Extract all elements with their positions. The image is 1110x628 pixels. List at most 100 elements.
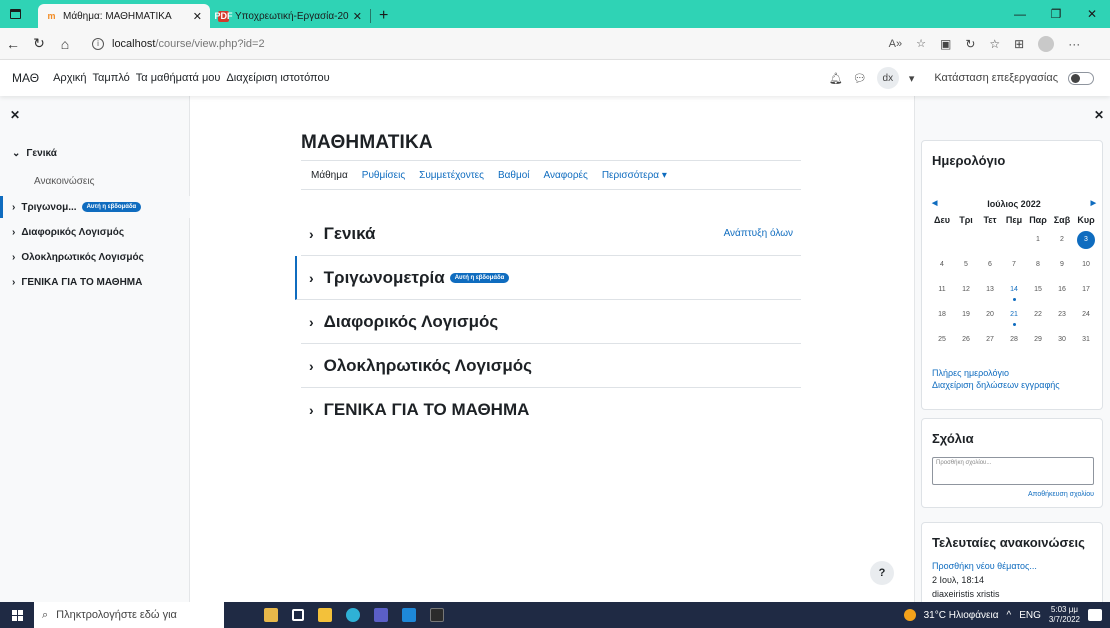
calendar-day[interactable]: 13 [978, 281, 1002, 306]
calendar-day[interactable]: 1 [1026, 231, 1050, 256]
nav-link-site-admin[interactable]: Διαχείριση ιστοτόπου [226, 72, 329, 84]
calendar-day[interactable]: 2 [1050, 231, 1074, 256]
calendar-day[interactable]: 22 [1026, 306, 1050, 331]
section-title[interactable]: ΓΕΝΙΚΑ ΓΙΑ ΤΟ ΜΑΘΗΜΑ [324, 400, 530, 420]
favorite-star-icon[interactable]: ☆ [916, 37, 926, 50]
calendar-day[interactable]: 8 [1026, 256, 1050, 281]
calendar-day[interactable]: 6 [978, 256, 1002, 281]
calendar-day[interactable]: 27 [978, 331, 1002, 356]
calendar-day[interactable]: 3 [1074, 231, 1098, 256]
calendar-day[interactable]: 18 [930, 306, 954, 331]
news-widget-icon[interactable] [264, 608, 278, 622]
tab-settings[interactable]: Ρυθμίσεις [362, 170, 405, 181]
section-trigonometry[interactable]: › Τριγωνομετρία Αυτή η εβδομάδα [295, 256, 801, 300]
start-button[interactable] [0, 609, 34, 621]
tab-close-icon[interactable]: ✕ [353, 10, 362, 23]
calendar-day[interactable]: 16 [1050, 281, 1074, 306]
comment-textarea[interactable]: Προσθήκη σχολίου... [932, 457, 1094, 485]
notifications-icon[interactable] [1088, 609, 1102, 621]
teams-icon[interactable] [374, 608, 388, 622]
calendar-day[interactable]: 25 [930, 331, 954, 356]
section-about-course[interactable]: › ΓΕΝΙΚΑ ΓΙΑ ΤΟ ΜΑΘΗΜΑ [301, 388, 801, 432]
expand-all-link[interactable]: Ανάπτυξη όλων [724, 228, 793, 239]
messages-icon[interactable]: 💬︎ [853, 72, 867, 85]
restore-icon[interactable]: ❐ [1038, 7, 1074, 21]
help-button[interactable]: ? [870, 561, 894, 585]
calendar-day[interactable]: 28 [1002, 331, 1026, 356]
edit-mode-toggle[interactable] [1068, 71, 1094, 85]
calendar-day[interactable]: 9 [1050, 256, 1074, 281]
calendar-day[interactable]: 12 [954, 281, 978, 306]
calendar-day[interactable]: 23 [1050, 306, 1074, 331]
calendar-day[interactable]: 26 [954, 331, 978, 356]
calendar-day[interactable]: 7 [1002, 256, 1026, 281]
weather-text[interactable]: 31°C Ηλιοφάνεια [924, 610, 999, 621]
task-view-icon[interactable] [292, 609, 304, 621]
new-tab-button[interactable]: + [371, 4, 396, 28]
next-month-icon[interactable]: ▶ [1091, 199, 1096, 209]
nav-link-my-courses[interactable]: Τα μαθήματά μου [136, 72, 221, 84]
section-title[interactable]: Τριγωνομετρία [324, 268, 445, 288]
read-aloud-icon[interactable]: A» [889, 38, 902, 50]
close-window-icon[interactable]: ✕ [1074, 7, 1110, 21]
manage-enrolments-link[interactable]: Διαχείριση δηλώσεων εγγραφής [932, 379, 1060, 391]
system-clock[interactable]: 5:03 μμ 3/7/2022 [1049, 605, 1080, 625]
calendar-day[interactable]: 15 [1026, 281, 1050, 306]
site-info-icon[interactable]: i [92, 37, 104, 50]
home-icon[interactable]: ⌂ [52, 36, 78, 52]
course-index-section-differential[interactable]: › Διαφορικός Λογισμός [12, 227, 124, 238]
nav-link-dashboard[interactable]: Ταμπλό [93, 72, 130, 84]
extension-icon[interactable]: ▣ [940, 37, 951, 51]
course-index-activity-announcements[interactable]: Ανακοινώσεις [34, 176, 94, 187]
file-explorer-icon[interactable] [318, 608, 332, 622]
calendar-day[interactable]: 19 [954, 306, 978, 331]
calendar-day[interactable]: 4 [930, 256, 954, 281]
browser-tab-pdf[interactable]: PDF Υποχρεωτική-Εργασία-2021_20... ✕ [210, 4, 370, 28]
user-avatar[interactable]: dx [876, 67, 899, 89]
calendar-day[interactable]: 20 [978, 306, 1002, 331]
more-menu-icon[interactable]: ··· [1068, 37, 1080, 51]
tab-reports[interactable]: Αναφορές [544, 170, 588, 181]
course-index-section-general[interactable]: ⌄ Γενικά [12, 148, 57, 159]
section-title[interactable]: Ολοκληρωτικός Λογισμός [324, 356, 532, 376]
calendar-day[interactable]: 21 [1002, 306, 1026, 331]
tab-participants[interactable]: Συμμετέχοντες [419, 170, 484, 181]
tab-more[interactable]: Περισσότερα ▾ [602, 170, 667, 181]
edge-browser-icon[interactable] [346, 608, 360, 622]
terminal-icon[interactable] [430, 608, 444, 622]
close-blocks-drawer-icon[interactable]: ✕ [1094, 108, 1104, 122]
window-menu-icon[interactable] [0, 0, 30, 28]
section-title[interactable]: Διαφορικός Λογισμός [324, 312, 499, 332]
calendar-day[interactable]: 14 [1002, 281, 1026, 306]
section-integral[interactable]: › Ολοκληρωτικός Λογισμός [301, 344, 801, 388]
tab-close-icon[interactable]: ✕ [193, 10, 202, 23]
calendar-day[interactable]: 24 [1074, 306, 1098, 331]
notification-bell-icon[interactable]: 🔔︎ [829, 72, 843, 85]
add-new-topic-link[interactable]: Προσθήκη νέου θέματος... [932, 561, 1037, 571]
user-menu-chevron-icon[interactable]: ▾ [909, 72, 915, 85]
calendar-day[interactable]: 31 [1074, 331, 1098, 356]
calendar-day[interactable]: 5 [954, 256, 978, 281]
calendar-day[interactable]: 29 [1026, 331, 1050, 356]
tab-grades[interactable]: Βαθμοί [498, 170, 530, 181]
minimize-icon[interactable]: — [1002, 7, 1038, 21]
save-comment-link[interactable]: Αποθήκευση σχολίου [1028, 491, 1094, 498]
calendar-day[interactable]: 17 [1074, 281, 1098, 306]
browser-tab-course[interactable]: m Μάθημα: ΜΑΘΗΜΑΤΙΚΑ ✕ [38, 4, 210, 28]
tray-expand-icon[interactable]: ^ [1006, 610, 1011, 621]
taskbar-search[interactable]: ⌕ Πληκτρολογήστε εδώ για [34, 602, 224, 628]
close-drawer-icon[interactable]: ✕ [10, 108, 20, 122]
section-title[interactable]: Γενικά [324, 224, 376, 244]
refresh-extension-icon[interactable]: ↻ [965, 37, 975, 51]
collections-icon[interactable]: ⊞ [1014, 37, 1024, 51]
course-index-section-about[interactable]: › ΓΕΝΙΚΑ ΓΙΑ ΤΟ ΜΑΘΗΜΑ [12, 277, 142, 288]
calendar-day[interactable]: 11 [930, 281, 954, 306]
language-indicator[interactable]: ENG [1019, 610, 1041, 621]
calendar-day[interactable]: 10 [1074, 256, 1098, 281]
mail-icon[interactable] [402, 608, 416, 622]
tab-course[interactable]: Μάθημα [311, 170, 348, 181]
url-field[interactable]: i localhost/course/view.php?id=2 A» ☆ [92, 37, 932, 50]
profile-avatar[interactable] [1038, 35, 1055, 52]
calendar-day[interactable]: 30 [1050, 331, 1074, 356]
site-brand[interactable]: ΜΑΘ [12, 71, 39, 85]
